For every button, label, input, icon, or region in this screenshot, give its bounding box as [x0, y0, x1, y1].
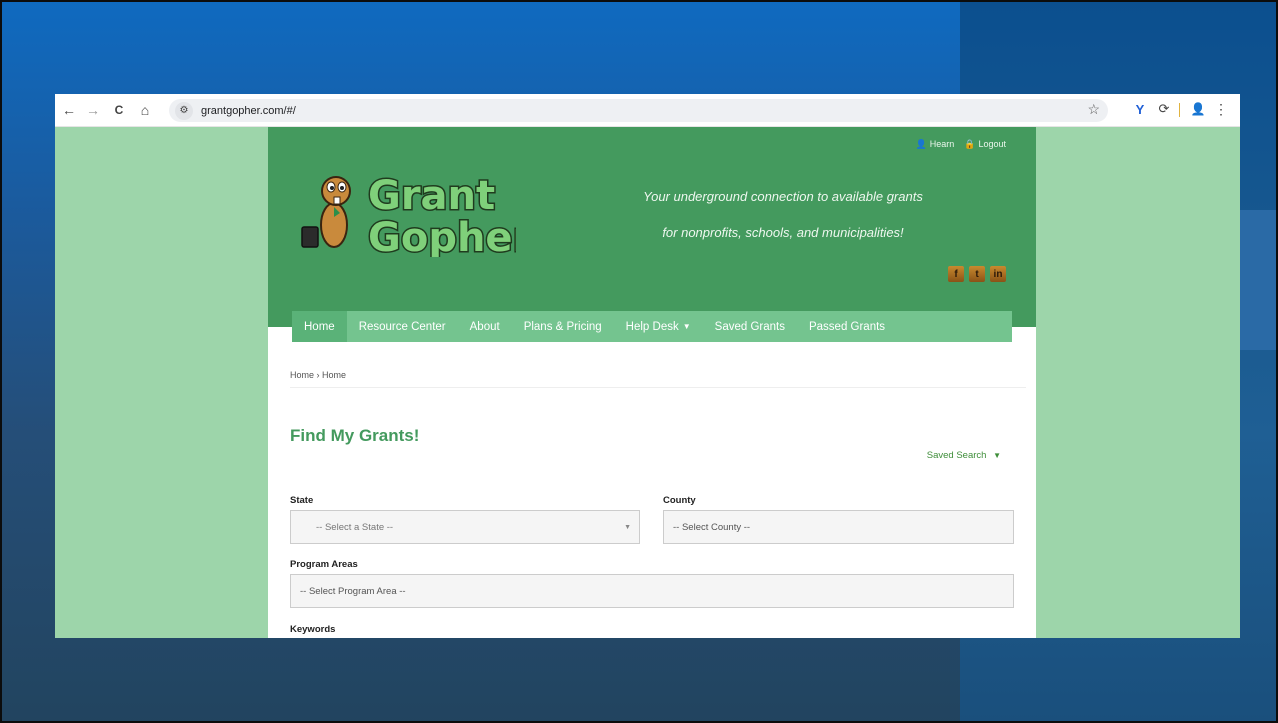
main-nav: Home Resource Center About Plans & Prici… [292, 311, 1012, 342]
program-area-select-value: -- Select Program Area -- [300, 585, 406, 597]
logout-link[interactable]: 🔒 Logout [964, 139, 1006, 150]
nav-resource-center-label: Resource Center [358, 320, 446, 333]
tagline-line1: Your underground connection to available… [643, 189, 923, 204]
grant-gopher-logo[interactable]: Grant Gopher [296, 167, 516, 257]
nav-passed-grants-label: Passed Grants [808, 320, 886, 333]
gopher-mascot [301, 176, 351, 248]
lock-icon: 🔒 [964, 139, 976, 149]
extension-y-icon[interactable]: Y [1131, 98, 1149, 120]
breadcrumb-divider [290, 387, 1026, 388]
site-header: 👤 Hearn 🔒 Logout Grant Gopher Your under… [268, 127, 1036, 342]
nav-plans-pricing-label: Plans & Pricing [523, 320, 602, 333]
nav-help-desk-label: Help Desk [625, 320, 679, 333]
breadcrumb[interactable]: Home › Home [290, 370, 346, 380]
state-label: State [290, 495, 314, 506]
nav-help-desk[interactable]: Help Desk ▼ [614, 311, 703, 342]
reload-icon[interactable]: C [108, 99, 130, 121]
user-links: 👤 Hearn 🔒 Logout [916, 139, 1006, 150]
program-areas-label: Program Areas [290, 559, 358, 570]
tagline-line2: for nonprofits, schools, and municipalit… [662, 225, 904, 240]
state-select-value: -- Select a State -- [316, 521, 394, 533]
saved-search-dropdown[interactable]: Saved Search ▼ [927, 450, 1001, 461]
profile-avatar-icon[interactable]: 👤 [1189, 98, 1207, 120]
nav-home[interactable]: Home [292, 311, 347, 342]
linkedin-icon[interactable]: in [990, 266, 1006, 282]
site-page: 👤 Hearn 🔒 Logout Grant Gopher Your under… [268, 127, 1036, 638]
keywords-label: Keywords [290, 624, 336, 635]
chevron-down-icon: ▼ [682, 322, 691, 331]
user-icon: 👤 [915, 139, 927, 149]
nav-saved-grants[interactable]: Saved Grants [703, 311, 797, 342]
county-select-value: -- Select County -- [673, 521, 751, 533]
browser-menu-icon[interactable]: ⋮ [1214, 98, 1228, 120]
nav-saved-grants-label: Saved Grants [714, 320, 785, 333]
county-select[interactable]: -- Select County -- [663, 510, 1014, 544]
chevron-down-icon: ▼ [624, 523, 631, 531]
nav-passed-grants[interactable]: Passed Grants [797, 311, 897, 342]
back-icon[interactable]: ← [58, 99, 80, 121]
chevron-down-icon: ▼ [993, 451, 1001, 460]
facebook-icon[interactable]: f [948, 266, 964, 282]
site-info-icon[interactable]: ⚙ [175, 101, 193, 120]
browser-window: ← → C ⌂ ⚙ grantgopher.com/#/ ☆ Y ⟳ 👤 ⋮ 👤… [55, 94, 1240, 638]
state-select[interactable]: -- Select a State -- ▼ [290, 510, 640, 544]
county-label: County [663, 495, 696, 506]
address-bar[interactable]: ⚙ grantgopher.com/#/ ☆ [169, 99, 1108, 122]
nav-about[interactable]: About [458, 311, 512, 342]
saved-search-label: Saved Search [926, 450, 987, 461]
program-area-select[interactable]: -- Select Program Area -- [290, 574, 1014, 608]
logo-text-line2: Gopher [368, 215, 516, 257]
nav-plans-pricing[interactable]: Plans & Pricing [512, 311, 614, 342]
extensions-puzzle-icon[interactable]: ⟳ [1155, 98, 1173, 120]
user-link[interactable]: 👤 Hearn [916, 139, 955, 150]
home-icon[interactable]: ⌂ [134, 99, 156, 121]
page-viewport: 👤 Hearn 🔒 Logout Grant Gopher Your under… [55, 127, 1240, 638]
twitter-icon[interactable]: t [969, 266, 985, 282]
forward-icon[interactable]: → [82, 99, 104, 121]
page-title: Find My Grants! [290, 426, 420, 445]
toolbar-divider [1179, 103, 1180, 117]
user-name[interactable]: Hearn [930, 139, 955, 149]
nav-resource-center[interactable]: Resource Center [347, 311, 458, 342]
logo-text-line1: Grant [368, 173, 495, 219]
logout-label[interactable]: Logout [978, 139, 1006, 149]
nav-about-label: About [469, 320, 500, 333]
bookmark-star-icon[interactable]: ☆ [1087, 101, 1100, 118]
url-text[interactable]: grantgopher.com/#/ [201, 105, 296, 117]
nav-home-label: Home [304, 320, 335, 333]
browser-toolbar: ← → C ⌂ ⚙ grantgopher.com/#/ ☆ Y ⟳ 👤 ⋮ [55, 94, 1240, 127]
social-links: f t in [948, 266, 1006, 282]
